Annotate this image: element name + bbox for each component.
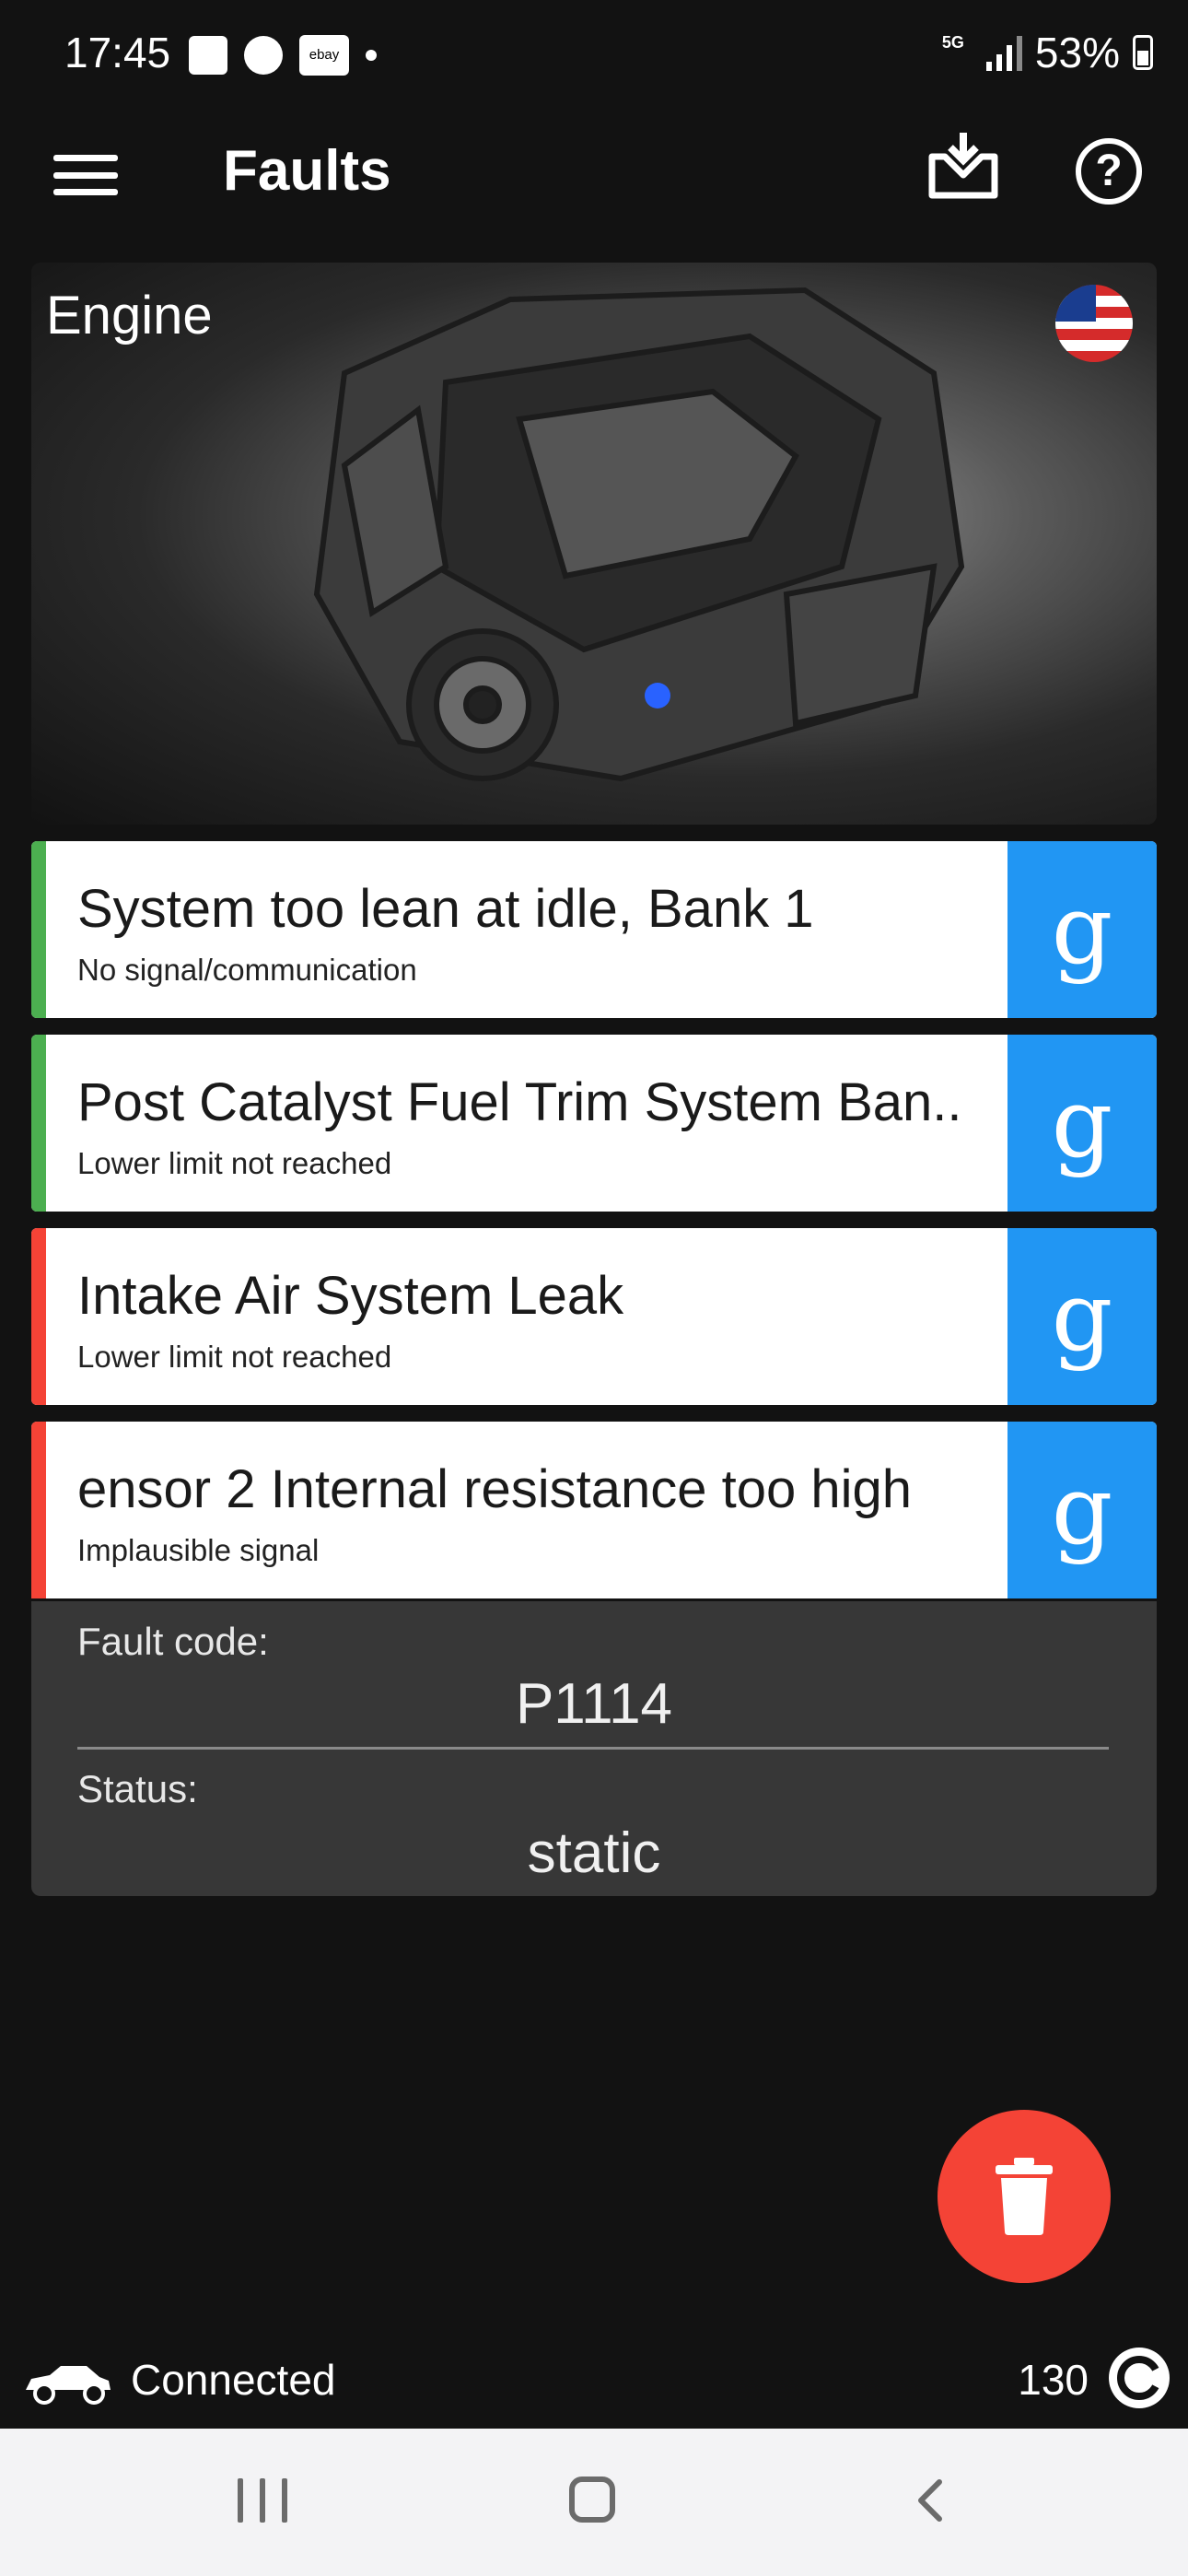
- google-search-button[interactable]: g: [1007, 1422, 1157, 1598]
- download-inbox-icon: [928, 133, 998, 199]
- fault-code-value: P1114: [515, 1672, 673, 1736]
- fault-text: System too lean at idle, Bank 1 No signa…: [46, 841, 1007, 1018]
- car-icon: [26, 2366, 111, 2405]
- google-icon: g: [1051, 1260, 1113, 1373]
- trash-icon: [996, 2158, 1053, 2235]
- home-button[interactable]: [569, 2476, 615, 2523]
- fault-item[interactable]: Intake Air System Leak Lower limit not r…: [31, 1228, 1157, 1405]
- google-search-button[interactable]: g: [1007, 1035, 1157, 1212]
- page-title: Faults: [223, 139, 391, 203]
- fault-text: ensor 2 Internal resistance too high Imp…: [46, 1422, 1007, 1598]
- fault-status-indicator: [31, 1228, 46, 1405]
- connection-status: Connected: [131, 2356, 336, 2404]
- app-bar: [0, 120, 1188, 240]
- question-icon: ?: [1095, 146, 1123, 195]
- fault-subtitle: No signal/communication: [77, 953, 417, 987]
- save-report-button[interactable]: [926, 129, 1000, 203]
- help-button[interactable]: ?: [1076, 138, 1142, 205]
- fault-text: Post Catalyst Fuel Trim System Ban.. Low…: [46, 1035, 1007, 1212]
- fault-title: ensor 2 Internal resistance too high: [77, 1459, 912, 1519]
- fault-item[interactable]: Post Catalyst Fuel Trim System Ban.. Low…: [31, 1035, 1157, 1212]
- menu-button[interactable]: [53, 147, 118, 203]
- engine-banner: Engine: [31, 263, 1157, 825]
- refresh-counter-icon[interactable]: [1109, 2348, 1170, 2408]
- us-flag-icon[interactable]: [1055, 285, 1133, 362]
- recent-apps-button[interactable]: [238, 2478, 287, 2523]
- notification-icons: ebay: [189, 35, 377, 76]
- system-label: Engine: [46, 286, 213, 345]
- divider: [77, 1747, 1109, 1750]
- signal-icon: [985, 34, 1022, 71]
- fault-status-indicator: [31, 841, 46, 1018]
- fault-item[interactable]: System too lean at idle, Bank 1 No signa…: [31, 841, 1157, 1018]
- google-search-button[interactable]: g: [1007, 1228, 1157, 1405]
- google-icon: g: [1051, 873, 1113, 986]
- fault-status-indicator: [31, 1035, 46, 1212]
- fault-title: Intake Air System Leak: [77, 1266, 624, 1326]
- system-status: 5G 53%: [933, 28, 1153, 77]
- ebay-icon: ebay: [299, 35, 349, 76]
- fault-text: Intake Air System Leak Lower limit not r…: [46, 1228, 1007, 1405]
- fault-item-selected[interactable]: ensor 2 Internal resistance too high Imp…: [31, 1422, 1157, 1598]
- fault-subtitle: Lower limit not reached: [77, 1340, 392, 1374]
- battery-icon: [1133, 35, 1153, 70]
- fault-subtitle: Lower limit not reached: [77, 1146, 392, 1180]
- hamburger-icon: [53, 155, 118, 161]
- delete-faults-button[interactable]: [938, 2110, 1111, 2283]
- fault-title: System too lean at idle, Bank 1: [77, 879, 814, 939]
- battery-percent: 53%: [1034, 29, 1120, 76]
- status-value: static: [527, 1821, 661, 1885]
- chrome-icon: [244, 36, 283, 75]
- gallery-icon: [189, 36, 227, 75]
- fault-code-label: Fault code:: [77, 1620, 269, 1663]
- engine-image: [313, 287, 965, 782]
- counter-value: 130: [1018, 2356, 1089, 2404]
- fault-status-indicator: [31, 1422, 46, 1598]
- status-time: 17:45: [64, 29, 171, 76]
- google-icon: g: [1051, 1454, 1113, 1566]
- status-label: Status:: [77, 1767, 198, 1810]
- fault-title: Post Catalyst Fuel Trim System Ban..: [77, 1072, 962, 1132]
- fault-detail-panel: Fault code: P1114 Status: static: [31, 1601, 1157, 1896]
- google-icon: g: [1051, 1067, 1113, 1179]
- more-notifications-dot: [366, 50, 377, 61]
- network-5g-icon: 5G: [941, 33, 964, 52]
- google-search-button[interactable]: g: [1007, 841, 1157, 1018]
- back-button[interactable]: [912, 2478, 949, 2523]
- fault-subtitle: Implausible signal: [77, 1533, 320, 1567]
